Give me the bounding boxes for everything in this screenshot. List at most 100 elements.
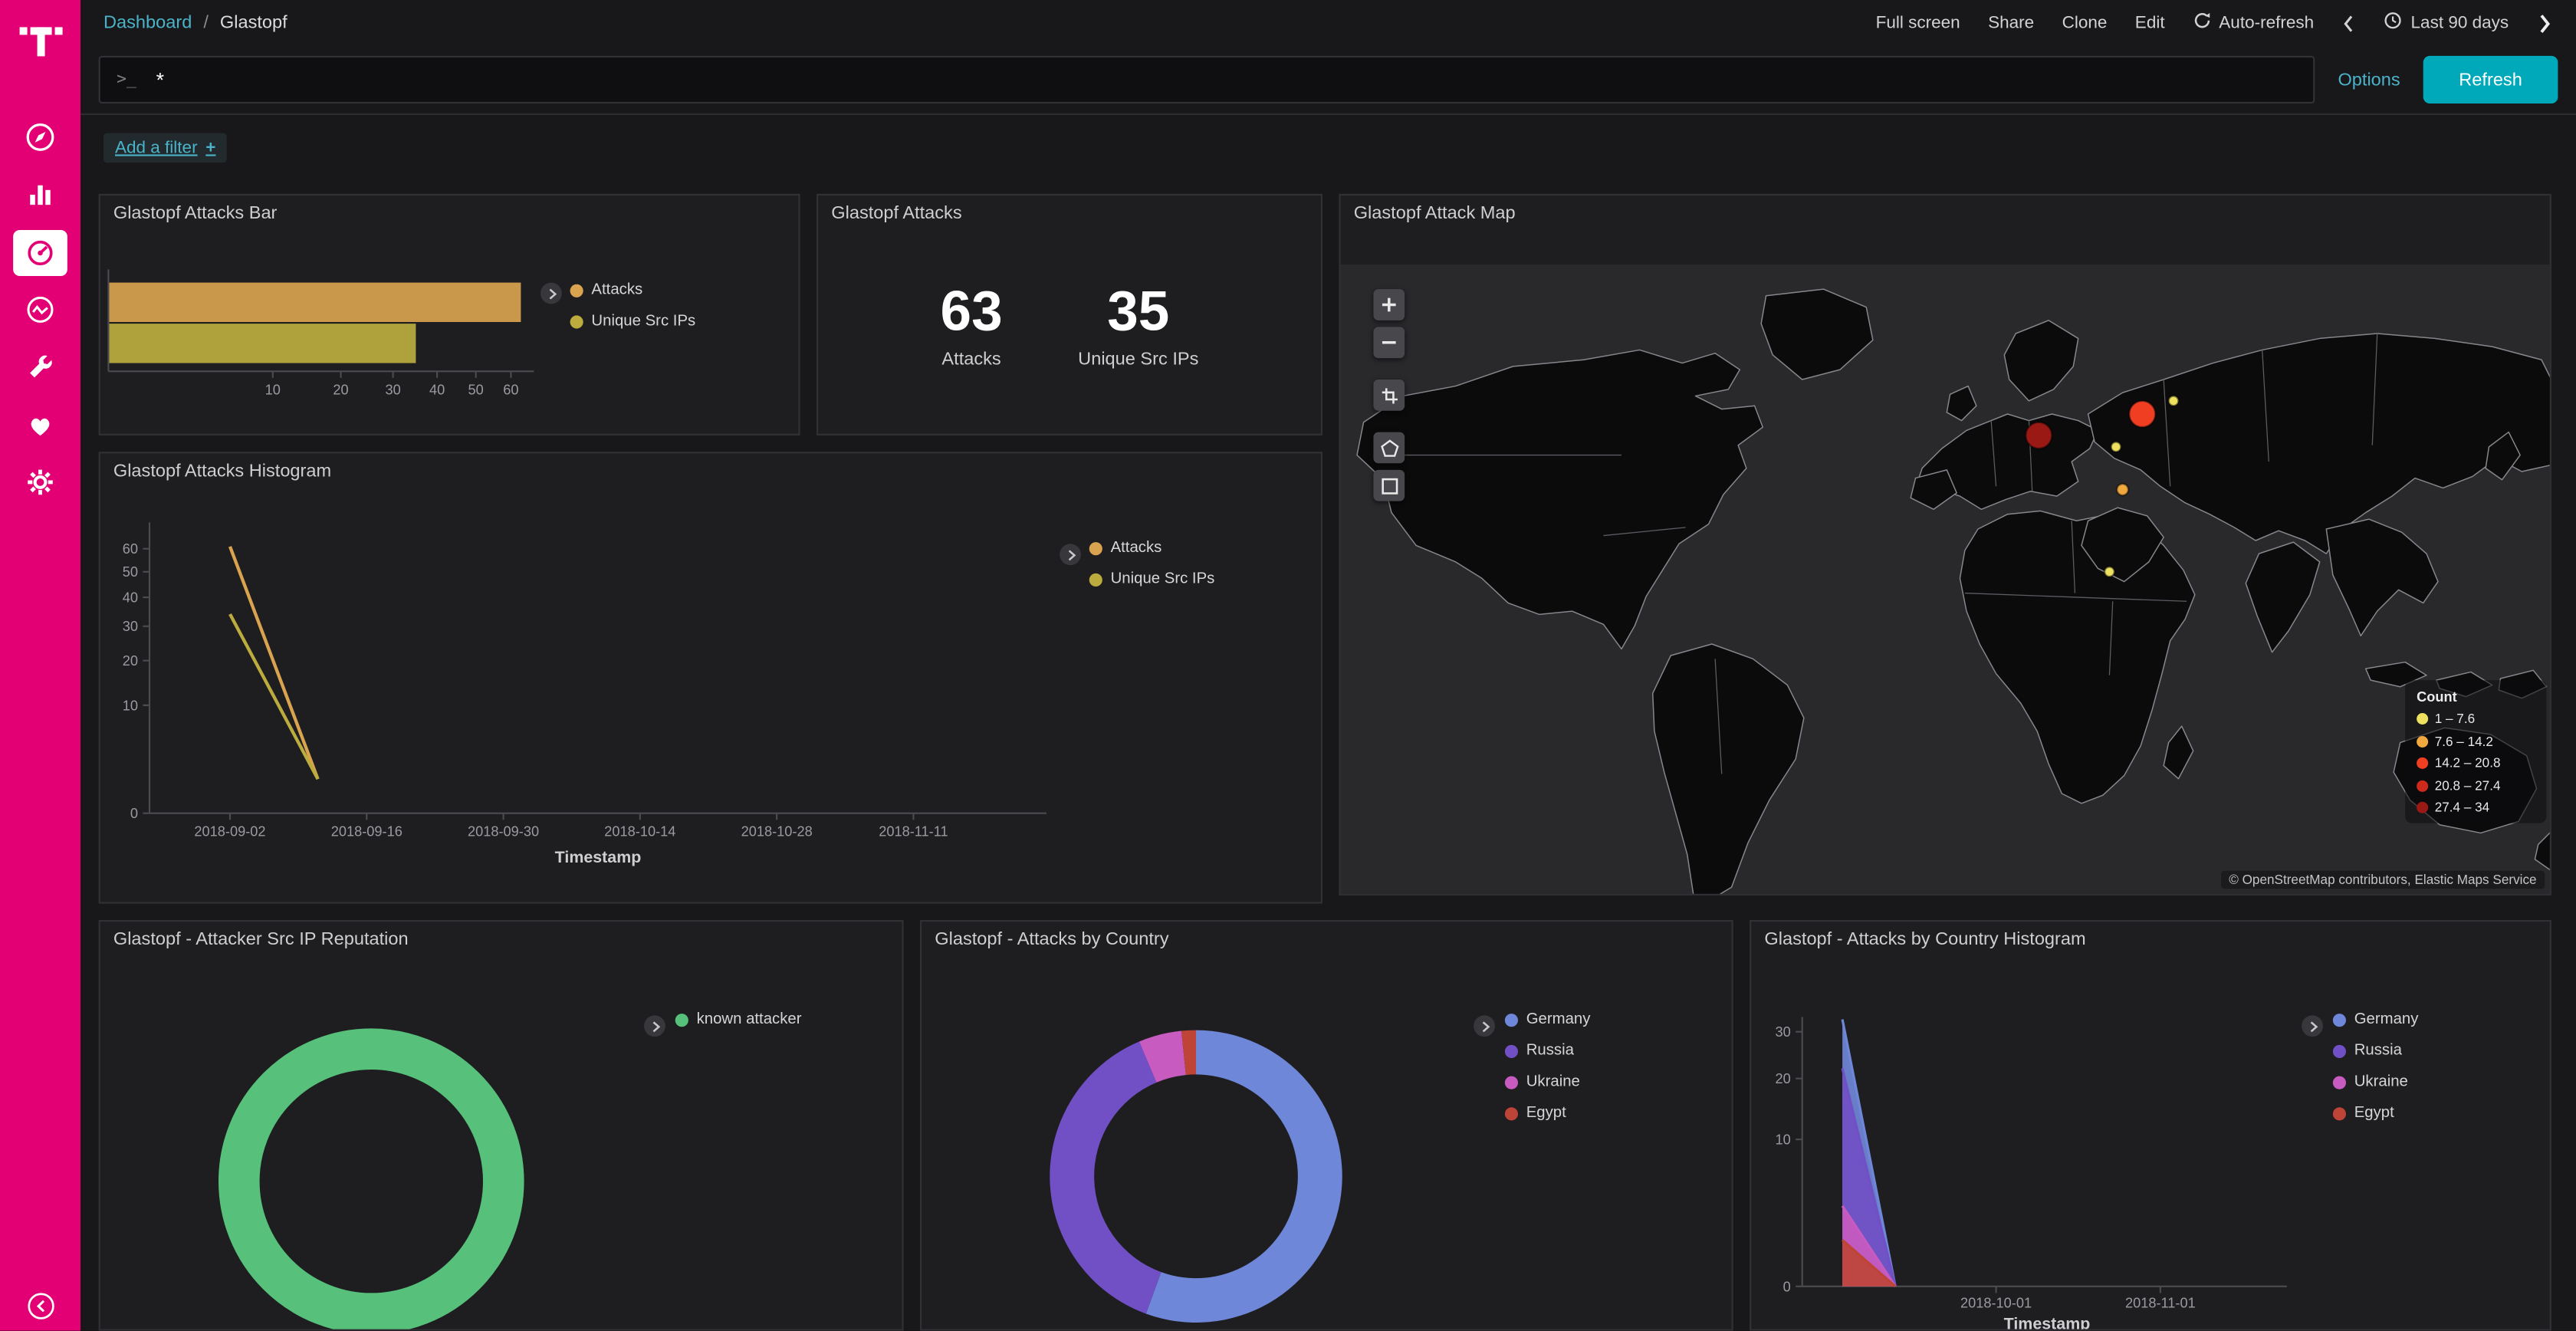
line-chart[interactable]: 01020304050602018-09-022018-09-162018-09… bbox=[100, 453, 1322, 903]
sidebar-item-visualize[interactable] bbox=[0, 166, 80, 223]
legend-toggle-icon[interactable] bbox=[1060, 544, 1081, 565]
add-filter-link[interactable]: Add a filter + bbox=[104, 133, 227, 163]
auto-refresh-button[interactable]: Auto-refresh bbox=[2193, 12, 2314, 35]
panel-attacks-histogram: Glastopf Attacks Histogram 0102030405060… bbox=[99, 452, 1322, 903]
query-options-link[interactable]: Options bbox=[2338, 70, 2400, 90]
legend-item[interactable]: Unique Src IPs bbox=[1089, 570, 1215, 589]
legend-label: 7.6 – 14.2 bbox=[2435, 734, 2493, 748]
legend-toggle-icon[interactable] bbox=[644, 1015, 665, 1037]
legend-item[interactable]: 14.2 – 20.8 bbox=[2417, 756, 2535, 771]
legend-item[interactable]: Germany bbox=[2333, 1011, 2419, 1029]
draw-rectangle-icon[interactable] bbox=[1373, 470, 1405, 501]
breadcrumb: Dashboard / Glastopf bbox=[104, 13, 288, 33]
legend-label: Germany bbox=[1526, 1011, 1591, 1029]
clock-icon bbox=[2384, 12, 2403, 35]
svg-text:30: 30 bbox=[123, 619, 138, 634]
map-legend-items: 1 – 7.6 7.6 – 14.2 14.2 – 20.8 20.8 – 27.4 2… bbox=[2417, 712, 2535, 815]
legend-toggle-icon[interactable] bbox=[2302, 1015, 2323, 1037]
telekom-logo[interactable] bbox=[0, 16, 80, 62]
gauge-icon bbox=[13, 229, 67, 275]
panel-title: Glastopf Attacks Bar bbox=[113, 204, 278, 224]
legend-label: 27.4 – 34 bbox=[2435, 800, 2490, 815]
zoom-out-button[interactable] bbox=[1373, 327, 1405, 358]
svg-text:10: 10 bbox=[1775, 1132, 1790, 1148]
svg-text:2018-09-16: 2018-09-16 bbox=[331, 824, 402, 840]
panel-attacks-bar: Glastopf Attacks Bar 102030405060 Attack… bbox=[99, 194, 800, 435]
legend-item[interactable]: Attacks bbox=[1089, 539, 1215, 557]
fit-bounds-crop-icon[interactable] bbox=[1373, 380, 1405, 411]
svg-text:60: 60 bbox=[123, 541, 138, 557]
refresh-button[interactable]: Refresh bbox=[2423, 56, 2558, 104]
sidebar-item-dev-tools[interactable] bbox=[0, 338, 80, 396]
top-bar: Dashboard / Glastopf Full screen Share C… bbox=[80, 0, 2576, 46]
zoom-in-button[interactable] bbox=[1373, 289, 1405, 320]
legend-toggle-icon[interactable] bbox=[540, 283, 562, 304]
collapse-nav-icon[interactable] bbox=[0, 1291, 80, 1321]
sidebar-item-timelion[interactable] bbox=[0, 281, 80, 338]
edit-button[interactable]: Edit bbox=[2135, 13, 2165, 33]
svg-text:0: 0 bbox=[130, 806, 138, 821]
legend-item[interactable]: Egypt bbox=[2333, 1104, 2419, 1122]
legend-item[interactable]: 1 – 7.6 bbox=[2417, 712, 2535, 726]
kibana-glastopf-dashboard: Dashboard / Glastopf Full screen Share C… bbox=[0, 0, 2576, 1331]
sidebar-item-discover[interactable] bbox=[0, 108, 80, 166]
legend-item[interactable]: 27.4 – 34 bbox=[2417, 800, 2535, 815]
time-forward-button[interactable] bbox=[2537, 11, 2553, 35]
metric-label: Attacks bbox=[941, 350, 1003, 370]
search-query-input[interactable]: >_ * bbox=[99, 56, 2315, 104]
legend-item[interactable]: Germany bbox=[1505, 1011, 1591, 1029]
legend-item[interactable]: Unique Src IPs bbox=[570, 312, 696, 330]
plus-icon: + bbox=[205, 138, 215, 158]
sidebar-item-dashboard[interactable] bbox=[0, 223, 80, 281]
svg-text:0: 0 bbox=[1783, 1279, 1791, 1294]
breadcrumb-dashboard[interactable]: Dashboard bbox=[104, 13, 192, 33]
svg-text:30: 30 bbox=[386, 382, 401, 397]
svg-text:30: 30 bbox=[1775, 1024, 1790, 1040]
legend-label: Russia bbox=[2354, 1042, 2402, 1060]
svg-text:2018-10-01: 2018-10-01 bbox=[1960, 1296, 2032, 1311]
legend-item[interactable]: 20.8 – 27.4 bbox=[2417, 778, 2535, 793]
legend-swatch bbox=[2417, 780, 2428, 791]
legend-item[interactable]: Russia bbox=[2333, 1042, 2419, 1060]
metric-label: Unique Src IPs bbox=[1078, 350, 1198, 370]
panel-attacks-metric: Glastopf Attacks 63 Attacks 35 Unique Sr… bbox=[816, 194, 1322, 435]
legend-swatch bbox=[675, 1013, 688, 1026]
legend-toggle-icon[interactable] bbox=[1474, 1015, 1495, 1037]
metric-value: 63 bbox=[941, 284, 1003, 340]
legend-item[interactable]: Ukraine bbox=[2333, 1073, 2419, 1091]
legend-item[interactable]: known attacker bbox=[675, 1011, 802, 1029]
legend-item[interactable]: Attacks bbox=[570, 281, 696, 299]
time-back-button[interactable] bbox=[2342, 12, 2357, 34]
app-navigation bbox=[0, 108, 80, 511]
heart-icon bbox=[13, 402, 67, 448]
legend-label: 1 – 7.6 bbox=[2435, 712, 2475, 726]
svg-text:60: 60 bbox=[503, 382, 518, 397]
svg-text:10: 10 bbox=[265, 382, 281, 397]
panel-attacks-by-country: Glastopf - Attacks by Country GermanyRus… bbox=[920, 920, 1733, 1331]
toolbar-actions: Full screen Share Clone Edit Auto-refres… bbox=[1876, 11, 2553, 35]
sidebar-item-management[interactable] bbox=[0, 453, 80, 511]
legend-item[interactable]: Egypt bbox=[1505, 1104, 1591, 1122]
full-screen-button[interactable]: Full screen bbox=[1876, 13, 1960, 33]
area-chart[interactable]: 01020302018-10-012018-11-01Timestamp bbox=[1751, 922, 2551, 1331]
donut-chart[interactable] bbox=[100, 922, 904, 1331]
svg-text:50: 50 bbox=[468, 382, 484, 397]
legend-swatch bbox=[2417, 713, 2428, 725]
legend-item[interactable]: Ukraine bbox=[1505, 1073, 1591, 1091]
chart-legend: known attacker bbox=[675, 1011, 802, 1029]
legend-swatch bbox=[2417, 758, 2428, 769]
legend-label: 20.8 – 27.4 bbox=[2435, 778, 2501, 793]
legend-item[interactable]: 7.6 – 14.2 bbox=[2417, 734, 2535, 748]
map-attribution: © OpenStreetMap contributors, Elastic Ma… bbox=[2220, 871, 2545, 889]
clone-button[interactable]: Clone bbox=[2062, 13, 2108, 33]
sidebar-item-monitoring[interactable] bbox=[0, 396, 80, 453]
time-range-button[interactable]: Last 90 days bbox=[2384, 12, 2509, 35]
world-map[interactable] bbox=[1341, 265, 2551, 896]
metric-attacks: 63 Attacks bbox=[941, 284, 1003, 370]
pie-chart[interactable] bbox=[922, 922, 1733, 1331]
draw-polygon-icon[interactable] bbox=[1373, 432, 1405, 464]
share-button[interactable]: Share bbox=[1988, 13, 2034, 33]
legend-item[interactable]: Russia bbox=[1505, 1042, 1591, 1060]
legend-swatch bbox=[2333, 1076, 2346, 1089]
legend-swatch bbox=[1505, 1013, 1518, 1026]
